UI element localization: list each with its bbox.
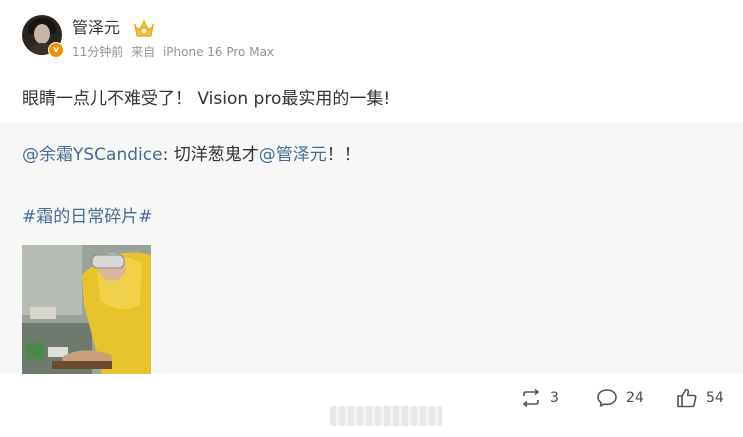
photo-illustration xyxy=(22,245,151,374)
repost-count: 3 xyxy=(550,390,559,406)
like-button[interactable]: 54 xyxy=(676,383,724,413)
repost-ending: ！！ xyxy=(326,145,361,165)
repost-content: 切洋葱鬼才 xyxy=(173,145,259,165)
repost-icon xyxy=(522,389,540,407)
post-source: iPhone 16 Pro Max xyxy=(162,45,275,59)
repost-button[interactable]: 3 xyxy=(520,383,559,413)
mention-target-link[interactable]: @管泽元 xyxy=(259,145,327,165)
username[interactable]: 管泽元 xyxy=(72,18,120,38)
repost-text: @余霜YSCandice: 切洋葱鬼才@管泽元！！ xyxy=(22,143,361,167)
weibo-post-card: v 管泽元 11分钟前 来自 iPhone 16 Pro Max 眼睛一点儿不难… xyxy=(0,0,743,437)
comment-button[interactable]: 24 xyxy=(596,383,644,413)
post-photo[interactable] xyxy=(22,245,151,374)
like-count: 54 xyxy=(706,390,724,406)
avatar-face xyxy=(34,24,50,44)
post-text: 眼睛一点儿不难受了！ Vision pro最实用的一集! xyxy=(22,89,391,109)
comment-count: 24 xyxy=(626,390,644,406)
crown-badge-icon[interactable] xyxy=(132,19,156,39)
comment-icon xyxy=(597,389,617,407)
hashtag-link[interactable]: #霜的日常碎片# xyxy=(22,205,153,229)
repost-colon: : xyxy=(162,145,174,165)
watermark-strip xyxy=(330,406,442,426)
thumbs-up-icon xyxy=(677,388,697,408)
post-meta: 11分钟前 来自 iPhone 16 Pro Max xyxy=(72,44,278,60)
post-time[interactable]: 11分钟前 xyxy=(72,45,123,59)
mention-author-link[interactable]: @余霜YSCandice xyxy=(22,145,163,165)
source-prefix: 来自 xyxy=(131,45,156,59)
verified-v-icon: v xyxy=(48,42,64,58)
